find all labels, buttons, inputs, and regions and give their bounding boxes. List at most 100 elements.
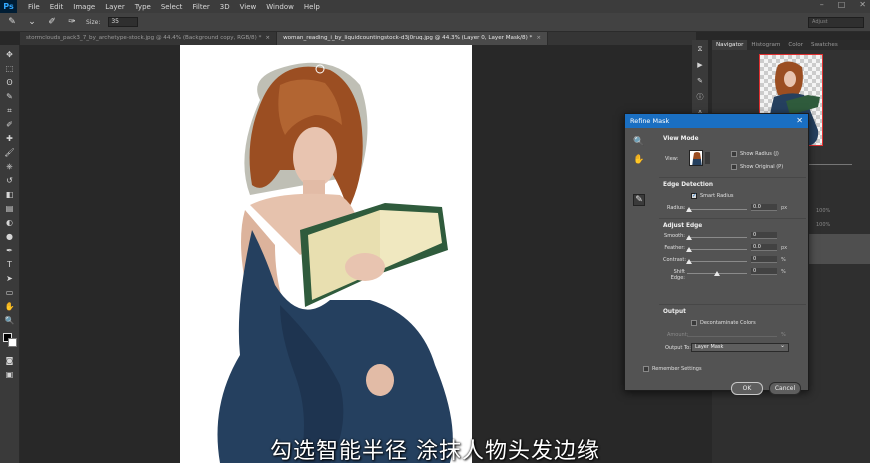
woman-reading-photo — [217, 62, 453, 463]
pen-icon[interactable]: ✒ — [3, 245, 17, 257]
contrast-slider-thumb[interactable] — [686, 259, 692, 264]
info-icon[interactable]: ⓘ — [694, 92, 706, 102]
feather-slider-track[interactable] — [687, 249, 747, 250]
menu-window[interactable]: Window — [261, 3, 299, 11]
cancel-button[interactable]: Cancel — [769, 382, 801, 395]
gradient-icon[interactable]: ▤ — [3, 203, 17, 215]
tab-woman-reading[interactable]: woman_reading_i_by_liquidcountingstock-d… — [277, 32, 549, 45]
brush-preset-icon[interactable]: ⌄ — [26, 16, 38, 28]
tab-stormclouds[interactable]: stormclouds_pack3_7_by_archetype-stock.j… — [20, 32, 278, 45]
workspace-search-input[interactable]: Adjust — [808, 17, 864, 28]
contrast-value-input[interactable]: 0 — [751, 256, 777, 263]
menu-help[interactable]: Help — [299, 3, 325, 11]
shape-icon[interactable]: ▭ — [3, 287, 17, 299]
contrast-slider-track[interactable] — [687, 261, 747, 262]
close-icon[interactable]: ✕ — [796, 114, 803, 128]
output-to-select[interactable]: Layer Mask — [691, 342, 789, 352]
eraser-icon[interactable]: ◧ — [3, 189, 17, 201]
view-thumbnail-image — [692, 152, 702, 165]
navigator-tabs: Navigator Histogram Color Swatches — [712, 40, 870, 50]
menu-file[interactable]: File — [23, 3, 45, 11]
document-canvas[interactable] — [180, 45, 472, 463]
dodge-icon[interactable]: ● — [3, 231, 17, 243]
view-mode-dropdown-icon[interactable] — [705, 152, 710, 164]
minimize-icon[interactable]: – — [820, 0, 824, 9]
quick-mask-icon[interactable]: ◙ — [3, 355, 17, 367]
radius-slider-thumb[interactable] — [686, 207, 692, 212]
smart-radius-checkbox[interactable] — [691, 192, 697, 199]
view-mode-thumbnail[interactable] — [689, 150, 703, 166]
crop-icon[interactable]: ⌗ — [3, 105, 17, 117]
background-color[interactable] — [7, 338, 17, 347]
remember-settings-checkbox[interactable] — [643, 366, 649, 372]
brush-settings-icon[interactable]: ✎ — [694, 76, 706, 86]
menu-type[interactable]: Type — [130, 3, 156, 11]
menu-view[interactable]: View — [235, 3, 262, 11]
tab-navigator[interactable]: Navigator — [712, 40, 748, 50]
stamp-icon[interactable]: ⎈ — [3, 161, 17, 173]
fill-value[interactable]: 100% — [816, 222, 830, 228]
smooth-slider-thumb[interactable] — [686, 235, 692, 240]
color-swatches[interactable] — [2, 333, 17, 347]
history-brush-icon[interactable]: ↺ — [3, 175, 17, 187]
size-input[interactable]: 35 — [108, 17, 139, 27]
menu-select[interactable]: Select — [156, 3, 188, 11]
screen-mode-icon[interactable]: ▣ — [3, 369, 17, 381]
dialog-title-bar[interactable]: Refine Mask ✕ — [625, 114, 808, 128]
radius-slider-track[interactable] — [687, 209, 747, 210]
blur-icon[interactable]: ◐ — [3, 217, 17, 229]
remember-settings-label: Remember Settings — [652, 366, 702, 372]
ok-button[interactable]: OK — [731, 382, 763, 395]
show-original-checkbox[interactable] — [731, 164, 737, 170]
menu-3d[interactable]: 3D — [215, 3, 235, 11]
path-select-icon[interactable]: ➤ — [3, 273, 17, 285]
menu-image[interactable]: Image — [68, 3, 100, 11]
close-icon[interactable]: × — [265, 35, 270, 41]
feather-value-input[interactable]: 0.0 — [751, 244, 777, 251]
refine-brush-icon[interactable]: ✐ — [46, 16, 58, 28]
erase-refinement-icon[interactable]: ✑ — [66, 16, 78, 28]
brush-tool-icon[interactable]: ✎ — [6, 16, 18, 28]
healing-icon[interactable]: ✚ — [3, 133, 17, 145]
view-mode-title: View Mode — [663, 136, 699, 142]
radius-value-input[interactable]: 0.0 — [751, 204, 777, 211]
tab-swatches[interactable]: Swatches — [807, 40, 842, 50]
feather-unit: px — [781, 245, 788, 251]
type-icon[interactable]: T — [3, 259, 17, 271]
hand-icon[interactable]: ✋ — [633, 154, 645, 166]
opacity-value[interactable]: 100% — [816, 208, 830, 214]
move-icon[interactable]: ✥ — [3, 49, 17, 61]
zoom-icon[interactable]: 🔍 — [3, 315, 17, 327]
radius-label: Radius: — [667, 205, 686, 211]
menu-edit[interactable]: Edit — [45, 3, 69, 11]
show-radius-checkbox[interactable] — [731, 151, 737, 157]
zoom-icon[interactable]: 🔍 — [633, 136, 645, 148]
smooth-value-input[interactable]: 0 — [751, 232, 777, 239]
feather-slider-thumb[interactable] — [686, 247, 692, 252]
shift-edge-value-input[interactable]: 0 — [751, 268, 777, 275]
quick-select-icon[interactable]: ✎ — [3, 91, 17, 103]
menu-filter[interactable]: Filter — [187, 3, 214, 11]
hand-icon[interactable]: ✋ — [3, 301, 17, 313]
close-icon[interactable]: ✕ — [859, 0, 866, 9]
play-icon[interactable]: ▶ — [694, 60, 706, 70]
marquee-icon[interactable]: ⬚ — [3, 63, 17, 75]
shift-edge-slider-thumb[interactable] — [714, 271, 720, 276]
amount-slider-track — [687, 336, 777, 337]
amount-unit: % — [781, 332, 786, 338]
video-subtitle: 勾选智能半径 涂抹人物头发边缘 — [270, 439, 600, 463]
lasso-icon[interactable]: ʘ — [3, 77, 17, 89]
dialog-title: Refine Mask — [630, 117, 670, 125]
menu-layer[interactable]: Layer — [100, 3, 130, 11]
tab-color[interactable]: Color — [784, 40, 807, 50]
brush-icon[interactable]: 🖌 — [3, 147, 17, 159]
maximize-icon[interactable]: □ — [838, 0, 846, 9]
tab-histogram[interactable]: Histogram — [747, 40, 784, 50]
refine-radius-brush-icon[interactable]: ✎ — [633, 194, 645, 206]
close-icon[interactable]: × — [536, 35, 541, 41]
eyedropper-icon[interactable]: ✐ — [3, 119, 17, 131]
smooth-slider-track[interactable] — [687, 237, 747, 238]
menu-bar: Ps File Edit Image Layer Type Select Fil… — [0, 0, 870, 13]
decontaminate-checkbox[interactable] — [691, 320, 697, 326]
history-icon[interactable]: ⧖ — [694, 44, 706, 54]
